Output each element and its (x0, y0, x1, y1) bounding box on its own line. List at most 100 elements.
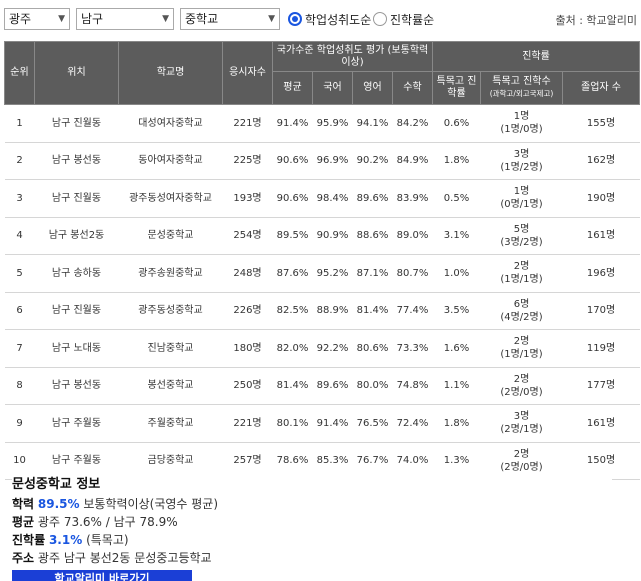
cell-special-count: 1명 (1명/0명) (480, 104, 563, 143)
cell-rank: 7 (4, 329, 35, 368)
cell-school: 문성중학교 (118, 217, 223, 255)
cell-location: 남구 노대동 (34, 329, 119, 368)
header-special-count: 특목고 진학수 (과학고/외고국제고) (480, 71, 563, 105)
chevron-down-icon: ▼ (162, 14, 169, 24)
special-count-total: 5명 (513, 223, 530, 235)
special-count-total: 2명 (513, 373, 530, 385)
info-achievement-line: 학력 89.5% 보통학력이상(국영수 평균) (12, 495, 612, 513)
cell-graduates: 119명 (562, 329, 640, 368)
cell-special-rate: 0.5% (432, 179, 481, 218)
special-count-detail: (2명/0명) (500, 386, 543, 398)
header-examinees: 응시자수 (222, 41, 273, 105)
header-math: 수학 (392, 71, 433, 105)
cell-average: 91.4% (272, 104, 313, 143)
info-admission-value: 3.1% (48, 533, 83, 547)
header-special-count-sub: (과학고/외고국제고) (489, 89, 554, 98)
header-special-count-label: 특목고 진학수 (492, 76, 551, 87)
cell-math: 72.4% (392, 404, 433, 443)
header-rank: 순위 (4, 41, 35, 105)
region-select[interactable]: 광주 ▼ (4, 8, 70, 30)
cell-english: 89.6% (352, 179, 393, 218)
cell-location: 남구 송하동 (34, 254, 119, 293)
info-title: 문성중학교 정보 (12, 477, 101, 492)
cell-school: 대성여자중학교 (118, 104, 223, 143)
info-average-text: 광주 73.6% / 남구 78.9% (37, 515, 178, 529)
info-achievement-value: 89.5% (37, 497, 80, 511)
cell-korean: 96.9% (312, 142, 353, 180)
table-row[interactable]: 5 남구 송하동 광주송원중학교 248명 87.6% 95.2% 87.1% 80.7% 1.… (4, 254, 640, 293)
cell-special-rate: 3.1% (432, 217, 481, 255)
cell-math: 77.4% (392, 292, 433, 330)
cell-special-rate: 1.8% (432, 404, 481, 443)
special-count-detail: (1명/2명) (500, 161, 543, 173)
special-count-total: 1명 (513, 186, 530, 198)
special-count-total: 6명 (513, 298, 530, 310)
cell-school: 광주동성중학교 (118, 292, 223, 330)
cell-examinees: 250명 (222, 367, 273, 405)
cell-english: 88.6% (352, 217, 393, 255)
table-row[interactable]: 1 남구 진월동 대성여자중학교 221명 91.4% 95.9% 94.1% 84.2% 0.… (4, 104, 640, 143)
cell-examinees: 225명 (222, 142, 273, 180)
table-row[interactable]: 7 남구 노대동 진남중학교 180명 82.0% 92.2% 80.6% 73.3% 1.6%… (4, 329, 640, 368)
cell-special-count: 5명 (3명/2명) (480, 217, 563, 255)
info-admission-label: 진학률 (12, 533, 46, 547)
cell-rank: 5 (4, 254, 35, 293)
school-type-select[interactable]: 중학교 ▼ (180, 8, 280, 30)
special-count-detail: (2명/0명) (500, 461, 543, 473)
table-body: 1 남구 진월동 대성여자중학교 221명 91.4% 95.9% 94.1% 84.2% 0.… (4, 104, 640, 480)
info-achievement-desc: 보통학력이상(국영수 평균) (83, 497, 219, 511)
header-admission-group: 진학률 (431, 41, 641, 72)
cell-graduates: 162명 (562, 142, 640, 180)
cell-english: 90.2% (352, 142, 393, 180)
cell-rank: 6 (4, 292, 35, 330)
cell-school: 봉선중학교 (118, 367, 223, 405)
sort-admission-label: 진학률순 (390, 12, 435, 27)
info-achievement-label: 학력 (12, 497, 35, 511)
cell-korean: 95.9% (312, 104, 353, 143)
header-school: 학교명 (118, 41, 223, 105)
table-row[interactable]: 8 남구 봉선동 봉선중학교 250명 81.4% 89.6% 80.0% 74.8% 1.1%… (4, 367, 640, 405)
info-address-label: 주소 (12, 551, 35, 565)
table-row[interactable]: 9 남구 주월동 주월중학교 221명 80.1% 91.4% 76.5% 72.4% 1.8%… (4, 404, 640, 443)
header-achievement-group: 국가수준 학업성취도 평가 (보통학력이상) (272, 41, 433, 72)
cell-special-count: 6명 (4명/2명) (480, 292, 563, 330)
info-address-line: 주소 광주 남구 봉선2동 문성중고등학교 (12, 549, 612, 567)
info-average-label: 평균 (12, 515, 35, 529)
cell-korean: 95.2% (312, 254, 353, 293)
school-info-panel: 문성중학교 정보 학력 89.5% 보통학력이상(국영수 평균) 평균 광주 7… (12, 473, 612, 581)
special-count-detail: (1명/1명) (500, 274, 543, 286)
header-special-rate: 특목고 진학률 (432, 71, 481, 105)
cell-english: 87.1% (352, 254, 393, 293)
special-count-detail: (3명/2명) (500, 236, 543, 248)
cell-location: 남구 봉선2동 (34, 217, 119, 255)
cell-korean: 88.9% (312, 292, 353, 330)
cell-special-rate: 1.0% (432, 254, 481, 293)
cell-graduates: 196명 (562, 254, 640, 293)
cell-school: 주월중학교 (118, 404, 223, 443)
table-row[interactable]: 4 남구 봉선2동 문성중학교 254명 89.5% 90.9% 88.6% 89.0% 3.1… (4, 217, 640, 255)
cell-english: 80.0% (352, 367, 393, 405)
cell-school: 동아여자중학교 (118, 142, 223, 180)
cell-korean: 89.6% (312, 367, 353, 405)
header-average: 평균 (272, 71, 313, 105)
cell-average: 82.5% (272, 292, 313, 330)
filter-bar: 광주 ▼ 남구 ▼ 중학교 ▼ 학업성취도순 진학률순 출처 : 학교알리미 (0, 0, 641, 36)
cell-english: 80.6% (352, 329, 393, 368)
cell-math: 74.8% (392, 367, 433, 405)
sort-admission-radio[interactable]: 진학률순 (373, 10, 434, 28)
sort-achievement-radio[interactable]: 학업성취도순 (288, 10, 371, 28)
school-alimi-link-button[interactable]: 학교알리미 바로가기 (12, 570, 192, 581)
cell-average: 80.1% (272, 404, 313, 443)
cell-math: 80.7% (392, 254, 433, 293)
table-row[interactable]: 3 남구 진월동 광주동성여자중학교 193명 90.6% 98.4% 89.6% 83.9%… (4, 179, 640, 218)
district-select-value: 남구 (81, 12, 104, 26)
cell-rank: 1 (4, 104, 35, 143)
cell-graduates: 177명 (562, 367, 640, 405)
cell-special-count: 3명 (1명/2명) (480, 142, 563, 180)
cell-english: 94.1% (352, 104, 393, 143)
table-row[interactable]: 2 남구 봉선동 동아여자중학교 225명 90.6% 96.9% 90.2% 84.9% 1.… (4, 142, 640, 180)
district-select[interactable]: 남구 ▼ (76, 8, 174, 30)
table-row[interactable]: 6 남구 진월동 광주동성중학교 226명 82.5% 88.9% 81.4% 77.4% 3.… (4, 292, 640, 330)
cell-graduates: 190명 (562, 179, 640, 218)
cell-math: 73.3% (392, 329, 433, 368)
